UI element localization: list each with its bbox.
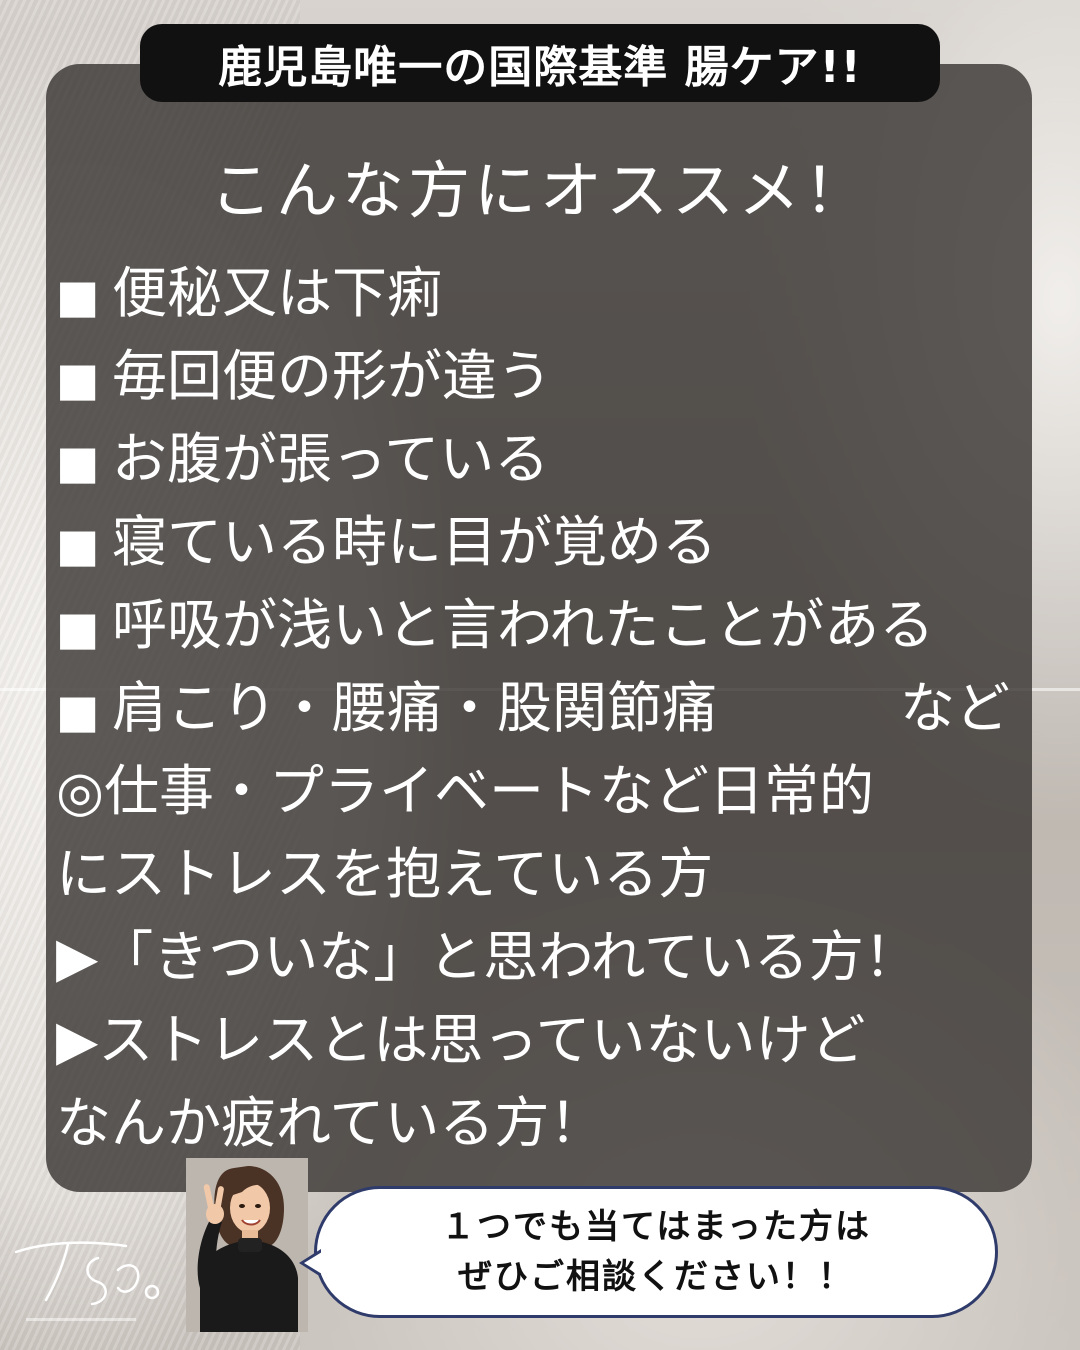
list-item-text: 呼吸が浅いと言われたことがある — [112, 593, 935, 657]
list-item-text: 肩こり・腰痛・股関節痛 — [112, 676, 718, 740]
list-item-suffix: など — [899, 676, 1010, 740]
title-banner: 鹿児島唯一の国際基準 腸ケア!! — [140, 24, 940, 102]
square-bullet-icon: ■ — [56, 684, 100, 738]
list-item: ■ 便秘又は下痢 — [56, 252, 1016, 335]
list-item: ■ 寝ている時に目が覚める — [56, 501, 1016, 584]
paragraph-line: ◎仕事・プライベートなど日常的 — [56, 759, 874, 823]
square-bullet-icon: ■ — [56, 269, 100, 323]
list-item: ■ 呼吸が浅いと言われたことがある — [56, 584, 1016, 667]
speech-bubble: １つでも当てはまった方は ぜひご相談ください！！ — [299, 1186, 998, 1318]
title-text: 鹿児島唯一の国際基準 腸ケア!! — [218, 42, 862, 93]
heading: こんな方にオススメ！ — [209, 154, 870, 227]
list-item: ■ 毎回便の形が違う — [56, 335, 1016, 418]
ts-signature-logo-icon — [6, 1222, 182, 1332]
list-item: ■ お腹が張っている — [56, 418, 1016, 501]
woman-peace-sign-icon — [186, 1158, 308, 1332]
list-item-text: 寝ている時に目が覚める — [112, 510, 718, 574]
recommendation-list: ■ 便秘又は下痢 ■ 毎回便の形が違う ■ お腹が張っている ■ 寝ている時に目が覚める… — [56, 252, 1016, 1165]
square-bullet-icon: ■ — [56, 435, 100, 489]
paragraph-line: ▶「きついな」と思われている方！ — [56, 925, 919, 989]
square-bullet-icon: ■ — [56, 518, 100, 572]
paragraph-line: にストレスを抱えている方 — [56, 842, 714, 906]
square-bullet-icon: ■ — [56, 601, 100, 655]
bubble-line-1: １つでも当てはまった方は — [441, 1207, 871, 1247]
list-item: ■ 肩こり・腰痛・股関節痛 など — [56, 667, 1016, 750]
paragraph-line: ▶ストレスとは思っていないけど — [56, 1008, 866, 1072]
list-item-text: 便秘又は下痢 — [112, 261, 443, 325]
paragraph-line: なんか疲れている方！ — [56, 1091, 605, 1155]
list-item-text: 毎回便の形が違う — [112, 344, 553, 408]
speech-bubble-tail-inner — [304, 1252, 322, 1274]
list-item-text: お腹が張っている — [112, 427, 550, 491]
square-bullet-icon: ■ — [56, 352, 100, 406]
bubble-line-2: ぜひご相談ください！！ — [458, 1257, 854, 1297]
